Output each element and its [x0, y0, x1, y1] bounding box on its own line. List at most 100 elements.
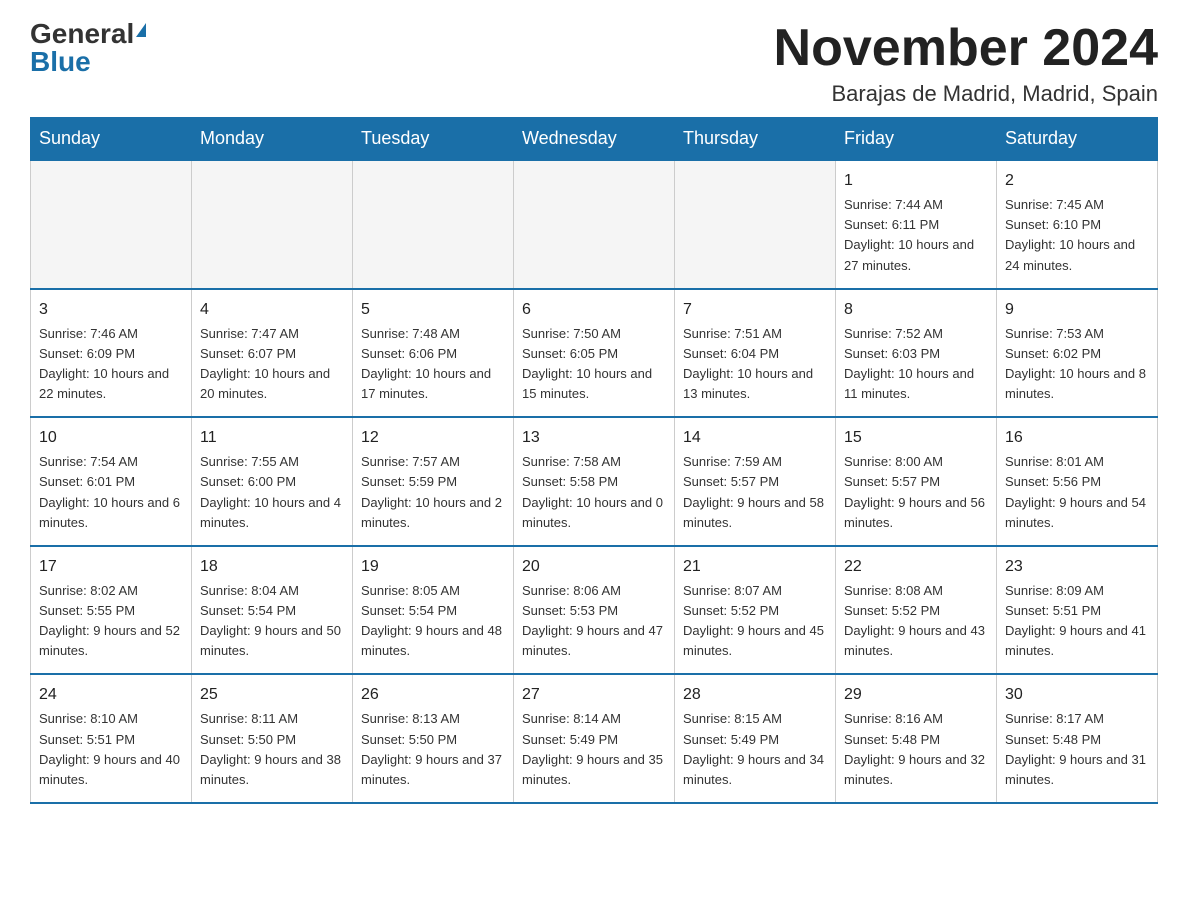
day-info: Sunrise: 8:17 AMSunset: 5:48 PMDaylight:…: [1005, 709, 1149, 790]
day-number: 5: [361, 298, 505, 322]
calendar-cell: 17Sunrise: 8:02 AMSunset: 5:55 PMDayligh…: [31, 546, 192, 675]
calendar-cell: 3Sunrise: 7:46 AMSunset: 6:09 PMDaylight…: [31, 289, 192, 418]
month-title: November 2024: [774, 20, 1158, 77]
day-info: Sunrise: 7:46 AMSunset: 6:09 PMDaylight:…: [39, 324, 183, 405]
day-number: 20: [522, 555, 666, 579]
day-info: Sunrise: 7:44 AMSunset: 6:11 PMDaylight:…: [844, 195, 988, 276]
calendar-cell: 4Sunrise: 7:47 AMSunset: 6:07 PMDaylight…: [192, 289, 353, 418]
logo-blue-text: Blue: [30, 48, 91, 76]
calendar-cell: 20Sunrise: 8:06 AMSunset: 5:53 PMDayligh…: [514, 546, 675, 675]
weekday-header-wednesday: Wednesday: [514, 118, 675, 161]
calendar-table: SundayMondayTuesdayWednesdayThursdayFrid…: [30, 117, 1158, 804]
calendar-cell: 6Sunrise: 7:50 AMSunset: 6:05 PMDaylight…: [514, 289, 675, 418]
day-number: 8: [844, 298, 988, 322]
day-info: Sunrise: 7:58 AMSunset: 5:58 PMDaylight:…: [522, 452, 666, 533]
calendar-cell: [192, 160, 353, 289]
calendar-cell: 8Sunrise: 7:52 AMSunset: 6:03 PMDaylight…: [836, 289, 997, 418]
calendar-cell: 14Sunrise: 7:59 AMSunset: 5:57 PMDayligh…: [675, 417, 836, 546]
day-info: Sunrise: 8:02 AMSunset: 5:55 PMDaylight:…: [39, 581, 183, 662]
calendar-cell: 24Sunrise: 8:10 AMSunset: 5:51 PMDayligh…: [31, 674, 192, 803]
calendar-cell: 22Sunrise: 8:08 AMSunset: 5:52 PMDayligh…: [836, 546, 997, 675]
day-number: 3: [39, 298, 183, 322]
day-number: 18: [200, 555, 344, 579]
day-info: Sunrise: 8:13 AMSunset: 5:50 PMDaylight:…: [361, 709, 505, 790]
day-number: 29: [844, 683, 988, 707]
calendar-cell: [31, 160, 192, 289]
day-info: Sunrise: 7:53 AMSunset: 6:02 PMDaylight:…: [1005, 324, 1149, 405]
calendar-cell: 19Sunrise: 8:05 AMSunset: 5:54 PMDayligh…: [353, 546, 514, 675]
weekday-header-tuesday: Tuesday: [353, 118, 514, 161]
day-number: 26: [361, 683, 505, 707]
calendar-cell: 23Sunrise: 8:09 AMSunset: 5:51 PMDayligh…: [997, 546, 1158, 675]
day-number: 1: [844, 169, 988, 193]
day-info: Sunrise: 8:10 AMSunset: 5:51 PMDaylight:…: [39, 709, 183, 790]
day-info: Sunrise: 8:09 AMSunset: 5:51 PMDaylight:…: [1005, 581, 1149, 662]
weekday-header-friday: Friday: [836, 118, 997, 161]
calendar-row: 1Sunrise: 7:44 AMSunset: 6:11 PMDaylight…: [31, 160, 1158, 289]
location-title: Barajas de Madrid, Madrid, Spain: [774, 81, 1158, 107]
page-header: General Blue November 2024 Barajas de Ma…: [30, 20, 1158, 107]
calendar-cell: 7Sunrise: 7:51 AMSunset: 6:04 PMDaylight…: [675, 289, 836, 418]
weekday-header-sunday: Sunday: [31, 118, 192, 161]
calendar-cell: 25Sunrise: 8:11 AMSunset: 5:50 PMDayligh…: [192, 674, 353, 803]
calendar-cell: 10Sunrise: 7:54 AMSunset: 6:01 PMDayligh…: [31, 417, 192, 546]
day-info: Sunrise: 7:52 AMSunset: 6:03 PMDaylight:…: [844, 324, 988, 405]
day-info: Sunrise: 8:01 AMSunset: 5:56 PMDaylight:…: [1005, 452, 1149, 533]
day-info: Sunrise: 7:54 AMSunset: 6:01 PMDaylight:…: [39, 452, 183, 533]
day-number: 4: [200, 298, 344, 322]
day-info: Sunrise: 8:08 AMSunset: 5:52 PMDaylight:…: [844, 581, 988, 662]
calendar-cell: 1Sunrise: 7:44 AMSunset: 6:11 PMDaylight…: [836, 160, 997, 289]
calendar-cell: 21Sunrise: 8:07 AMSunset: 5:52 PMDayligh…: [675, 546, 836, 675]
calendar-cell: 5Sunrise: 7:48 AMSunset: 6:06 PMDaylight…: [353, 289, 514, 418]
calendar-cell: 30Sunrise: 8:17 AMSunset: 5:48 PMDayligh…: [997, 674, 1158, 803]
calendar-cell: [353, 160, 514, 289]
calendar-cell: 15Sunrise: 8:00 AMSunset: 5:57 PMDayligh…: [836, 417, 997, 546]
day-info: Sunrise: 7:48 AMSunset: 6:06 PMDaylight:…: [361, 324, 505, 405]
day-number: 12: [361, 426, 505, 450]
day-number: 17: [39, 555, 183, 579]
weekday-header-monday: Monday: [192, 118, 353, 161]
calendar-cell: 28Sunrise: 8:15 AMSunset: 5:49 PMDayligh…: [675, 674, 836, 803]
logo-triangle-icon: [136, 23, 146, 37]
day-info: Sunrise: 8:14 AMSunset: 5:49 PMDaylight:…: [522, 709, 666, 790]
calendar-cell: 18Sunrise: 8:04 AMSunset: 5:54 PMDayligh…: [192, 546, 353, 675]
day-info: Sunrise: 8:06 AMSunset: 5:53 PMDaylight:…: [522, 581, 666, 662]
calendar-cell: 2Sunrise: 7:45 AMSunset: 6:10 PMDaylight…: [997, 160, 1158, 289]
day-number: 16: [1005, 426, 1149, 450]
calendar-row: 3Sunrise: 7:46 AMSunset: 6:09 PMDaylight…: [31, 289, 1158, 418]
day-info: Sunrise: 8:11 AMSunset: 5:50 PMDaylight:…: [200, 709, 344, 790]
calendar-cell: [514, 160, 675, 289]
calendar-cell: 16Sunrise: 8:01 AMSunset: 5:56 PMDayligh…: [997, 417, 1158, 546]
weekday-header-thursday: Thursday: [675, 118, 836, 161]
day-info: Sunrise: 8:00 AMSunset: 5:57 PMDaylight:…: [844, 452, 988, 533]
day-info: Sunrise: 7:59 AMSunset: 5:57 PMDaylight:…: [683, 452, 827, 533]
day-number: 19: [361, 555, 505, 579]
day-number: 21: [683, 555, 827, 579]
title-block: November 2024 Barajas de Madrid, Madrid,…: [774, 20, 1158, 107]
calendar-row: 24Sunrise: 8:10 AMSunset: 5:51 PMDayligh…: [31, 674, 1158, 803]
day-number: 15: [844, 426, 988, 450]
day-info: Sunrise: 7:47 AMSunset: 6:07 PMDaylight:…: [200, 324, 344, 405]
calendar-cell: 27Sunrise: 8:14 AMSunset: 5:49 PMDayligh…: [514, 674, 675, 803]
day-number: 27: [522, 683, 666, 707]
calendar-cell: 29Sunrise: 8:16 AMSunset: 5:48 PMDayligh…: [836, 674, 997, 803]
calendar-cell: [675, 160, 836, 289]
day-info: Sunrise: 8:04 AMSunset: 5:54 PMDaylight:…: [200, 581, 344, 662]
calendar-cell: 11Sunrise: 7:55 AMSunset: 6:00 PMDayligh…: [192, 417, 353, 546]
day-number: 10: [39, 426, 183, 450]
day-number: 25: [200, 683, 344, 707]
calendar-cell: 12Sunrise: 7:57 AMSunset: 5:59 PMDayligh…: [353, 417, 514, 546]
calendar-row: 10Sunrise: 7:54 AMSunset: 6:01 PMDayligh…: [31, 417, 1158, 546]
logo: General Blue: [30, 20, 146, 76]
day-info: Sunrise: 8:05 AMSunset: 5:54 PMDaylight:…: [361, 581, 505, 662]
day-number: 24: [39, 683, 183, 707]
calendar-header-row: SundayMondayTuesdayWednesdayThursdayFrid…: [31, 118, 1158, 161]
day-info: Sunrise: 7:51 AMSunset: 6:04 PMDaylight:…: [683, 324, 827, 405]
weekday-header-saturday: Saturday: [997, 118, 1158, 161]
day-number: 2: [1005, 169, 1149, 193]
day-info: Sunrise: 8:16 AMSunset: 5:48 PMDaylight:…: [844, 709, 988, 790]
day-info: Sunrise: 8:15 AMSunset: 5:49 PMDaylight:…: [683, 709, 827, 790]
day-info: Sunrise: 7:45 AMSunset: 6:10 PMDaylight:…: [1005, 195, 1149, 276]
day-info: Sunrise: 7:50 AMSunset: 6:05 PMDaylight:…: [522, 324, 666, 405]
day-number: 7: [683, 298, 827, 322]
